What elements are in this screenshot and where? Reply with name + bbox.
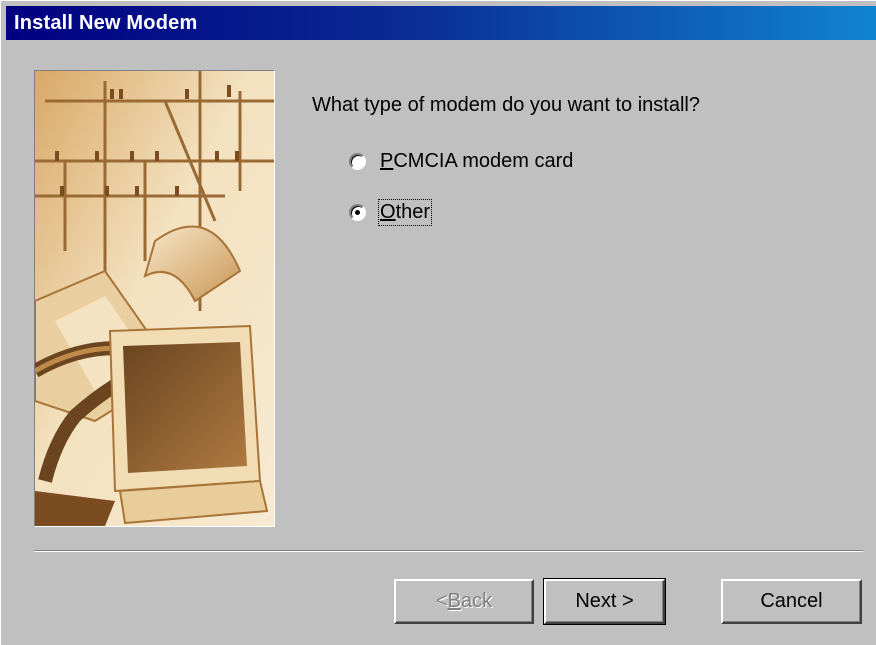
- wizard-illustration: [34, 70, 275, 527]
- window-title: Install New Modem: [14, 12, 198, 34]
- wizard-prompt: What type of modem do you want to instal…: [312, 94, 700, 116]
- modem-computer-illustration-icon: [35, 71, 274, 526]
- next-button[interactable]: Next >: [543, 578, 666, 625]
- button-area-separator: [34, 550, 863, 552]
- option-pcmcia-modem-card[interactable]: PCMCIA modem card: [349, 150, 573, 173]
- option-other[interactable]: Other: [349, 199, 433, 226]
- cancel-button[interactable]: Cancel: [721, 579, 862, 624]
- back-button[interactable]: < Back: [394, 579, 534, 624]
- radio-label-other[interactable]: Other: [377, 199, 433, 226]
- title-bar[interactable]: Install New Modem: [6, 6, 876, 40]
- radio-button-pcmcia[interactable]: [349, 153, 366, 170]
- install-modem-wizard-window: Install New Modem What type of modem do …: [0, 0, 876, 645]
- radio-button-other[interactable]: [349, 204, 366, 221]
- radio-label-pcmcia[interactable]: PCMCIA modem card: [380, 150, 573, 173]
